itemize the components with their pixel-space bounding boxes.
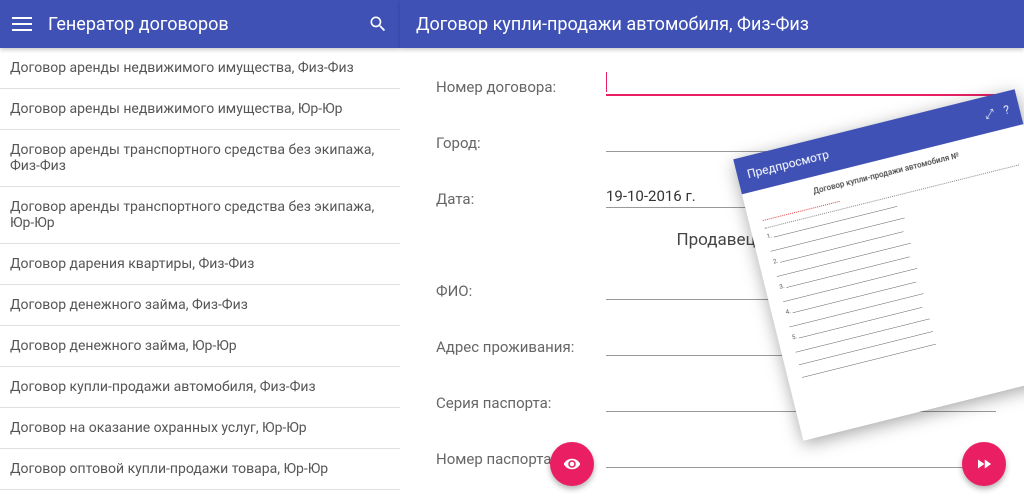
contract-number-label: Номер договора: [436,78,606,96]
next-fab[interactable] [962,442,1006,486]
help-icon[interactable]: ? [1002,102,1011,118]
date-label: Дата: [436,190,606,208]
preview-header-actions: ⤢ ? [983,102,1011,123]
passport-series-label: Серия паспорта: [436,394,606,412]
app-title: Генератор договоров [48,14,368,35]
contract-number-input[interactable] [606,70,996,96]
city-label: Город: [436,134,606,152]
passport-number-input[interactable] [606,445,996,468]
fio-label: ФИО: [436,282,606,300]
list-item[interactable]: Договор аренды недвижимого имущества, Фи… [0,48,400,89]
list-item[interactable]: Договор аренды недвижимого имущества, Юр… [0,89,400,130]
address-label: Адрес проживания: [436,338,606,356]
list-item[interactable]: Договор аренды транспортного средства бе… [0,130,400,187]
list-item[interactable]: Договор купли-продажи автомобиля, Физ-Фи… [0,367,400,408]
contract-form-panel: Договор купли-продажи автомобиля, Физ-Фи… [400,0,1024,500]
list-item[interactable]: Договор подряда, Юр-Юр [0,490,400,500]
list-item[interactable]: Договор аренды транспортного средства бе… [0,187,400,244]
list-item[interactable]: Договор денежного займа, Юр-Юр [0,326,400,367]
list-item[interactable]: Договор на оказание охранных услуг, Юр-Ю… [0,408,400,449]
right-appbar: Договор купли-продажи автомобиля, Физ-Фи… [400,0,1024,48]
expand-icon[interactable]: ⤢ [983,106,996,123]
form-title: Договор купли-продажи автомобиля, Физ-Фи… [416,14,1012,35]
left-appbar: Генератор договоров [0,0,400,48]
contract-list: Договор аренды недвижимого имущества, Фи… [0,48,400,500]
contract-list-panel: Генератор договоров Договор аренды недви… [0,0,400,500]
search-icon[interactable] [368,14,388,34]
list-item[interactable]: Договор оптовой купли-продажи товара, Юр… [0,449,400,490]
list-item[interactable]: Договор дарения квартиры, Физ-Физ [0,244,400,285]
preview-fab[interactable] [550,442,594,486]
list-item[interactable]: Договор денежного займа, Физ-Физ [0,285,400,326]
menu-icon[interactable] [12,17,32,31]
